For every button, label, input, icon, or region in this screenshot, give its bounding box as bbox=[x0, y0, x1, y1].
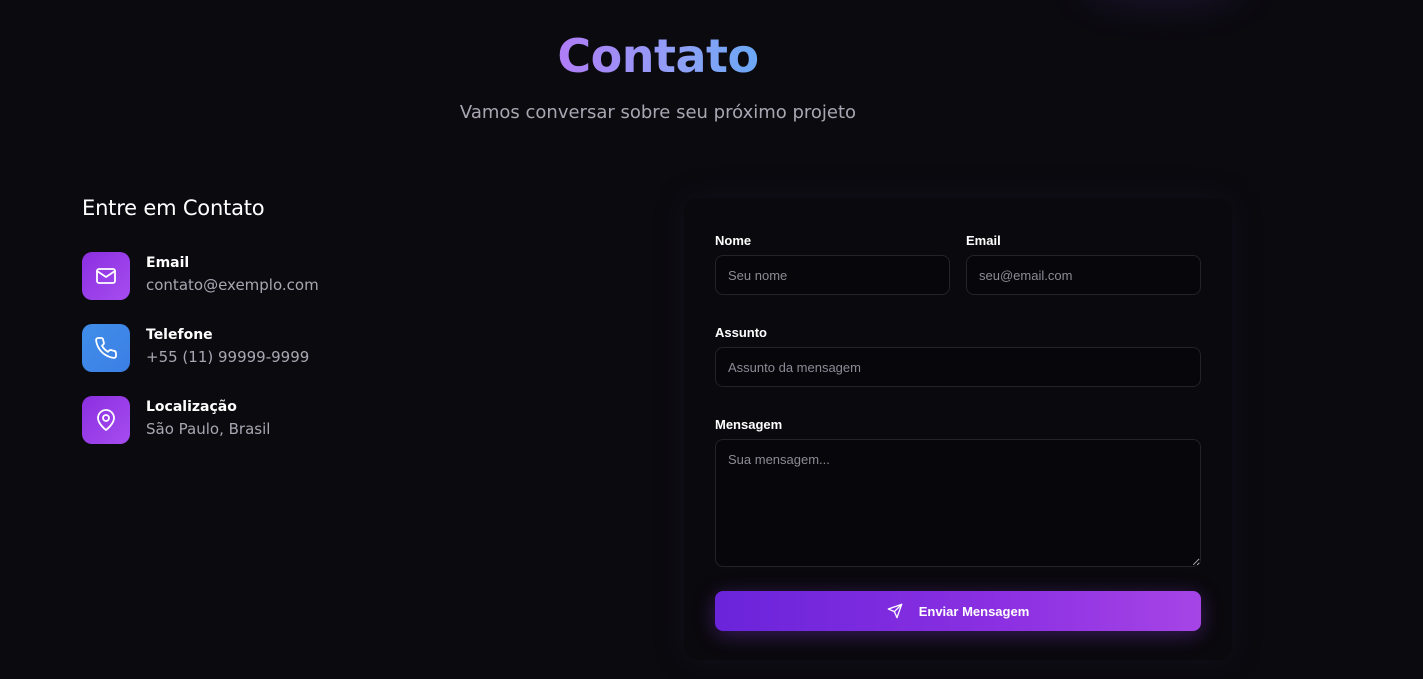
name-input[interactable] bbox=[715, 255, 950, 295]
contact-item-label: Telefone bbox=[146, 327, 213, 343]
contact-item-value: +55 (11) 99999-9999 bbox=[146, 348, 310, 366]
contact-form: Nome Email Assunto Mensagem Enviar Mensa… bbox=[684, 198, 1232, 660]
contact-info-panel: Entre em Contato Email contato@exemplo.c… bbox=[82, 196, 602, 468]
subject-input[interactable] bbox=[715, 347, 1201, 387]
page-subtitle: Vamos conversar sobre seu próximo projet… bbox=[459, 102, 857, 123]
contact-item-value: São Paulo, Brasil bbox=[146, 420, 271, 438]
name-label: Nome bbox=[715, 233, 752, 248]
contact-item-value: contato@exemplo.com bbox=[146, 276, 319, 294]
contact-item-label: Localização bbox=[146, 399, 237, 415]
page-title: Contato bbox=[557, 24, 759, 88]
contact-page: Contato Vamos conversar sobre seu próxim… bbox=[0, 0, 1423, 679]
message-textarea[interactable] bbox=[715, 439, 1201, 567]
message-label: Mensagem bbox=[715, 417, 783, 432]
contact-item-phone: Telefone +55 (11) 99999-9999 bbox=[82, 324, 602, 372]
email-input[interactable] bbox=[966, 255, 1201, 295]
contact-info-heading: Entre em Contato bbox=[82, 196, 265, 220]
subject-label: Assunto bbox=[715, 325, 767, 340]
email-label: Email bbox=[966, 233, 1001, 248]
mail-icon bbox=[82, 252, 130, 300]
send-button-label: Enviar Mensagem bbox=[918, 603, 1030, 619]
contact-item-label: Email bbox=[146, 255, 190, 271]
contact-item-location: Localização São Paulo, Brasil bbox=[82, 396, 602, 444]
send-message-button[interactable]: Enviar Mensagem bbox=[715, 591, 1201, 631]
phone-icon bbox=[82, 324, 130, 372]
section-header: Contato Vamos conversar sobre seu próxim… bbox=[0, 24, 1316, 123]
send-icon bbox=[887, 603, 903, 619]
contact-item-email: Email contato@exemplo.com bbox=[82, 252, 602, 300]
map-pin-icon bbox=[82, 396, 130, 444]
